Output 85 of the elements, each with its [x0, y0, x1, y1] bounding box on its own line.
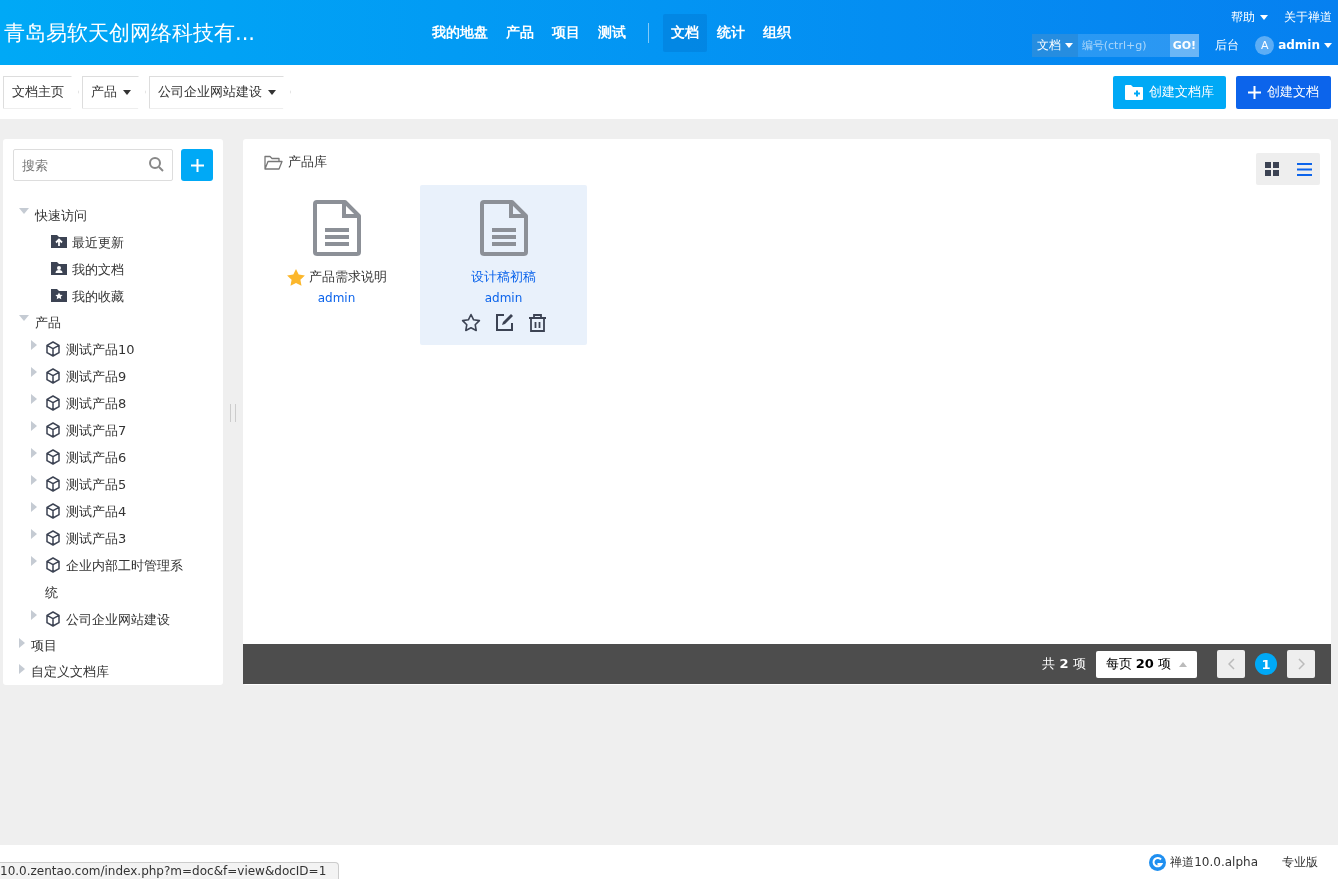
tree-item[interactable]: 我的收藏 — [37, 283, 187, 310]
cube-icon — [45, 530, 61, 546]
cube-icon — [45, 449, 61, 465]
cube-icon — [45, 395, 61, 411]
user-name: admin — [1278, 38, 1320, 52]
breadcrumb-label: 产品 — [91, 83, 117, 101]
delete-button[interactable] — [527, 313, 547, 333]
tree-item[interactable]: 测试产品6 — [45, 444, 195, 471]
edition-link[interactable]: 专业版 — [1282, 854, 1318, 871]
search-icon — [149, 157, 164, 172]
tree-item[interactable]: 测试产品4 — [45, 498, 195, 525]
caret-up-icon — [1179, 661, 1187, 667]
breadcrumb-item[interactable]: 文档主页 — [3, 75, 79, 109]
cube-icon — [45, 503, 61, 519]
edit-button[interactable] — [494, 313, 514, 333]
cube-icon — [45, 557, 61, 573]
tree-item[interactable]: 项目 — [31, 633, 181, 659]
tree-item[interactable]: 企业内部工时管理系统 — [45, 552, 195, 606]
grid-icon — [1265, 162, 1279, 176]
caret-icon — [1324, 42, 1332, 48]
chevron-left-icon — [1227, 658, 1235, 670]
trash-icon — [527, 313, 547, 333]
per-page-dropdown[interactable]: 每页 20 项 — [1095, 650, 1197, 678]
document-icon — [312, 200, 361, 256]
doc-author: admin — [317, 291, 356, 305]
doc-title: 设计稿初稿 — [471, 268, 536, 286]
plus-icon — [190, 158, 204, 172]
edit-icon — [494, 313, 514, 332]
library-title: 产品库 — [288, 153, 327, 171]
cube-icon — [45, 368, 61, 384]
tree-item[interactable]: 测试产品5 — [45, 471, 195, 498]
folder-upload-icon — [51, 234, 67, 250]
document-icon — [479, 200, 528, 256]
user-menu[interactable]: A admin — [1255, 35, 1332, 55]
tree-item[interactable]: 测试产品3 — [45, 525, 195, 552]
favorite-button[interactable] — [460, 313, 481, 333]
logo-icon — [1149, 854, 1167, 871]
cube-icon — [45, 341, 61, 357]
tree-item[interactable]: 我的文档 — [37, 256, 187, 283]
star-icon — [286, 268, 305, 286]
search-type-dropdown[interactable]: 文档 — [1031, 33, 1078, 57]
search-field[interactable]: 搜索 — [13, 149, 173, 181]
breadcrumb-label: 公司企业网站建设 — [158, 83, 262, 101]
tree-item[interactable]: 快速访问 — [35, 203, 185, 229]
add-button[interactable] — [181, 149, 213, 181]
plus-icon — [1248, 85, 1261, 99]
tree-item[interactable]: 公司企业网站建设 — [45, 606, 195, 633]
tree-item[interactable]: 自定义文档库 — [31, 659, 181, 685]
tree-item[interactable]: 测试产品9 — [45, 363, 195, 390]
tree-item[interactable]: 测试产品8 — [45, 390, 195, 417]
version-link[interactable]: 禅道10.0.alpha — [1149, 854, 1258, 871]
folder-user-icon — [51, 261, 67, 277]
avatar: A — [1255, 35, 1275, 55]
tree-item[interactable]: 最近更新 — [37, 229, 187, 256]
admin-link[interactable]: 后台 — [1215, 36, 1240, 54]
search-field[interactable]: 编号(ctrl+g) — [1077, 33, 1170, 57]
tree-item[interactable]: 产品 — [35, 310, 185, 336]
breadcrumb-item[interactable]: 产品 — [82, 75, 146, 109]
cube-icon — [45, 422, 61, 438]
doc-author: admin — [484, 291, 523, 305]
folder-open-icon — [264, 154, 283, 170]
tree-item[interactable]: 测试产品7 — [45, 417, 195, 444]
nav-tab[interactable]: 文档 — [663, 13, 707, 52]
cube-icon — [45, 611, 61, 627]
company-name: 青岛易软天创网络科技有... — [4, 19, 257, 47]
doc-card[interactable]: 设计稿初稿 admin — [420, 185, 587, 345]
caret-icon — [1064, 42, 1073, 48]
caret-icon — [1260, 14, 1268, 20]
folder-star-icon — [51, 288, 67, 304]
doc-title: 产品需求说明 — [308, 268, 387, 286]
star-outline-icon — [460, 313, 481, 332]
breadcrumb-item[interactable]: 公司企业网站建设 — [149, 75, 291, 109]
status-url-tooltip: 10.0.zentao.com/index.php?m=doc&f=view&docID=1 — [0, 862, 340, 879]
total-count: 共 2 项 — [1042, 655, 1086, 673]
tree-item[interactable]: 测试产品10 — [45, 336, 195, 363]
doc-card[interactable]: 产品需求说明 admin — [253, 185, 420, 345]
create-doc-button[interactable]: 创建文档 — [1236, 75, 1331, 109]
chevron-right-icon — [1297, 658, 1305, 670]
folder-plus-icon — [1125, 84, 1143, 100]
about-link[interactable]: 关于禅道 — [1284, 8, 1332, 26]
search-bar[interactable]: 文档 编号(ctrl+g) GO! — [1031, 33, 1200, 57]
breadcrumb-label: 文档主页 — [12, 83, 64, 101]
help-menu[interactable]: 帮助 — [1231, 8, 1268, 26]
list-icon — [1296, 162, 1312, 176]
cube-icon — [45, 476, 61, 492]
